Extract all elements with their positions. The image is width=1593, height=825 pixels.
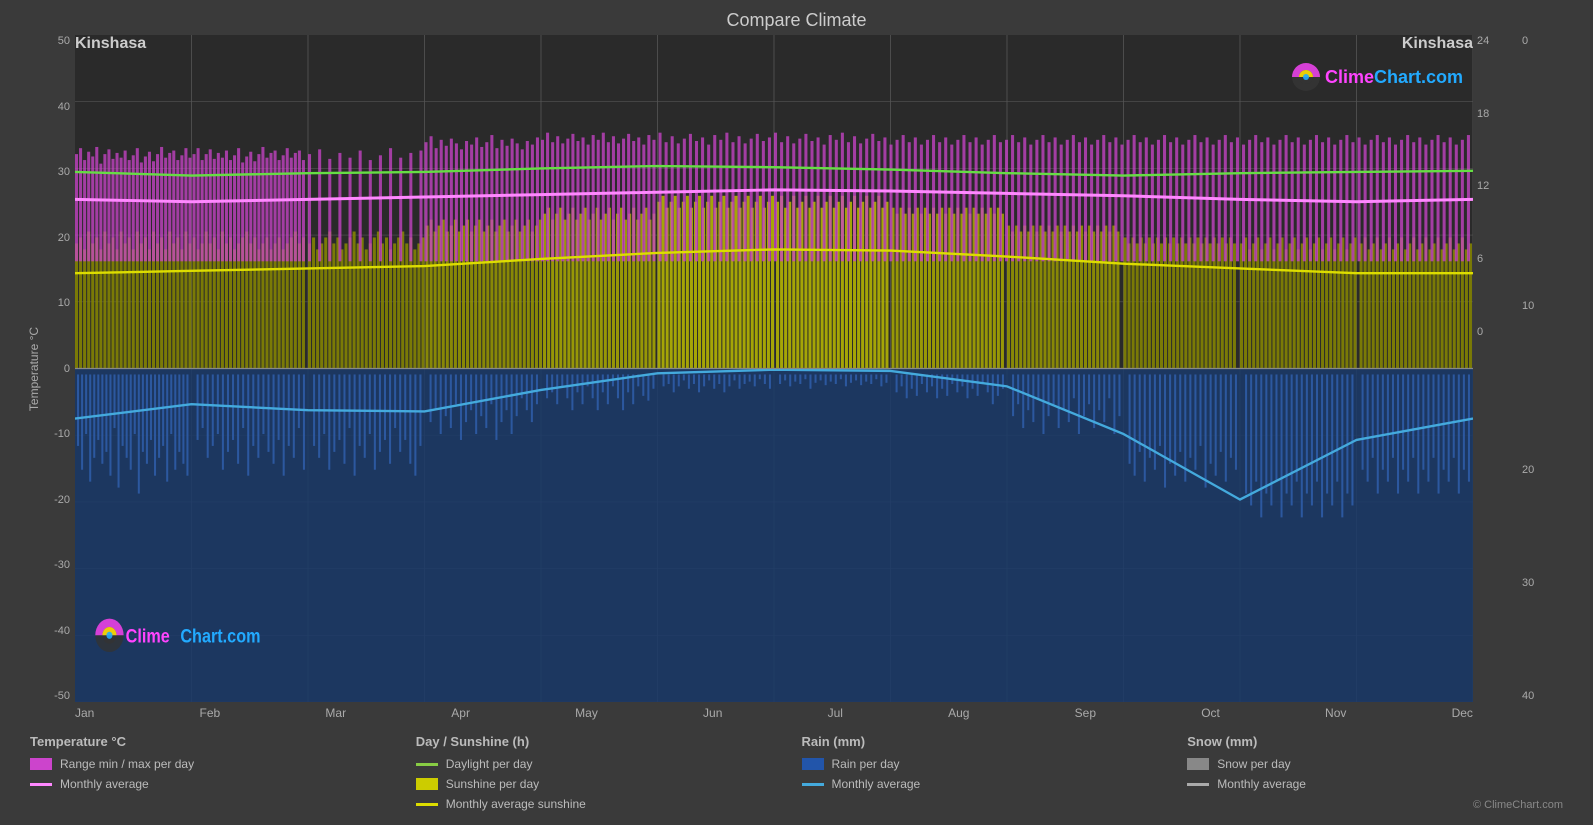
chart-svg: Clime Chart.com bbox=[75, 35, 1473, 702]
legend-snow-avg: Monthly average bbox=[1187, 777, 1573, 791]
legend-temp-range-label: Range min / max per day bbox=[60, 757, 194, 771]
x-tick-may: May bbox=[575, 706, 598, 720]
legend-rain-avg-label: Monthly average bbox=[832, 777, 921, 791]
legend-day-sunshine: Day / Sunshine (h) Daylight per day Suns… bbox=[416, 734, 802, 811]
y-tick-40: 40 bbox=[20, 101, 70, 113]
legend-rain-avg: Monthly average bbox=[802, 777, 1188, 791]
legend-snow-avg-line bbox=[1187, 783, 1209, 786]
legend-daylight-label: Daylight per day bbox=[446, 757, 533, 771]
legend-snow-title: Snow (mm) bbox=[1187, 734, 1573, 749]
y-tick-n50: -50 bbox=[20, 690, 70, 702]
logo-clime: Clime bbox=[1325, 67, 1374, 87]
x-tick-oct: Oct bbox=[1201, 706, 1220, 720]
logo-icon-top bbox=[1292, 63, 1320, 91]
x-tick-sep: Sep bbox=[1075, 706, 1096, 720]
logo-top-right: ClimeChart.com bbox=[1292, 63, 1463, 91]
y-tick-n30: -30 bbox=[20, 559, 70, 571]
y-rain-tick-0: 0 bbox=[1522, 35, 1573, 47]
y-tick-20: 20 bbox=[20, 232, 70, 244]
y-day-tick-12: 12 bbox=[1477, 180, 1518, 192]
svg-text:Chart.com: Chart.com bbox=[180, 625, 260, 647]
legend-snow: Snow (mm) Snow per day Monthly average ©… bbox=[1187, 734, 1573, 811]
chart-area: Temperature °C 50 40 30 20 10 0 -10 -20 … bbox=[20, 35, 1573, 702]
location-left-label: Kinshasa bbox=[75, 35, 146, 53]
legend-temperature-title: Temperature °C bbox=[30, 734, 416, 749]
y-day-tick-6: 6 bbox=[1477, 253, 1518, 265]
y-tick-n20: -20 bbox=[20, 494, 70, 506]
x-tick-jun: Jun bbox=[703, 706, 722, 720]
logo-text-top: ClimeChart.com bbox=[1325, 67, 1463, 88]
legend-snow-per-day: Snow per day bbox=[1187, 757, 1573, 771]
page-title: Compare Climate bbox=[20, 10, 1573, 31]
legend-daylight-line bbox=[416, 763, 438, 766]
legend-temp-range-swatch bbox=[30, 758, 52, 770]
y-rain-tick-30: 30 bbox=[1522, 577, 1573, 589]
location-right-label: Kinshasa bbox=[1402, 35, 1473, 53]
legend-snow-swatch bbox=[1187, 758, 1209, 770]
x-tick-jan: Jan bbox=[75, 706, 94, 720]
legend-day-title: Day / Sunshine (h) bbox=[416, 734, 802, 749]
x-axis: Jan Feb Mar Apr May Jun Jul Aug Sep Oct … bbox=[75, 702, 1473, 726]
x-tick-nov: Nov bbox=[1325, 706, 1346, 720]
legend-sunshine-swatch bbox=[416, 778, 438, 790]
y-tick-n10: -10 bbox=[20, 428, 70, 440]
y-tick-50: 50 bbox=[20, 35, 70, 47]
legend-daylight: Daylight per day bbox=[416, 757, 802, 771]
page-container: Compare Climate Temperature °C 50 40 30 … bbox=[0, 0, 1593, 825]
y-tick-10: 10 bbox=[20, 297, 70, 309]
y-tick-n40: -40 bbox=[20, 625, 70, 637]
x-tick-jul: Jul bbox=[828, 706, 843, 720]
x-tick-dec: Dec bbox=[1452, 706, 1473, 720]
y-axis-rain-snow: 0 10 20 30 40 bbox=[1518, 35, 1573, 702]
legend-snow-avg-label: Monthly average bbox=[1217, 777, 1306, 791]
legend-temp-avg: Monthly average bbox=[30, 777, 416, 791]
y-axis-day-sunshine: 24 18 12 6 0 bbox=[1473, 35, 1518, 702]
legend-temperature: Temperature °C Range min / max per day M… bbox=[30, 734, 416, 811]
legend-rain: Rain (mm) Rain per day Monthly average bbox=[802, 734, 1188, 811]
y-day-tick-0: 0 bbox=[1477, 326, 1518, 338]
svg-text:Clime: Clime bbox=[126, 625, 170, 647]
logo-chart: Chart.com bbox=[1374, 67, 1463, 87]
y-axis-left-label: Temperature °C bbox=[27, 326, 41, 410]
legend-temp-range: Range min / max per day bbox=[30, 757, 416, 771]
legend-rain-per-day: Rain per day bbox=[802, 757, 1188, 771]
x-tick-mar: Mar bbox=[325, 706, 346, 720]
legend-rain-swatch bbox=[802, 758, 824, 770]
x-tick-feb: Feb bbox=[200, 706, 221, 720]
x-tick-aug: Aug bbox=[948, 706, 969, 720]
legend-temp-avg-label: Monthly average bbox=[60, 777, 149, 791]
x-tick-apr: Apr bbox=[451, 706, 470, 720]
copyright: © ClimeChart.com bbox=[1187, 799, 1573, 811]
legend-sunshine-avg: Monthly average sunshine bbox=[416, 797, 802, 811]
legend-sunshine-label: Sunshine per day bbox=[446, 777, 539, 791]
legend-temp-avg-line bbox=[30, 783, 52, 786]
y-rain-tick-10: 10 bbox=[1522, 300, 1573, 312]
y-day-tick-18: 18 bbox=[1477, 108, 1518, 120]
y-day-tick-24: 24 bbox=[1477, 35, 1518, 47]
y-axis-right: 24 18 12 6 0 0 bbox=[1473, 35, 1573, 702]
legend-sunshine-avg-line bbox=[416, 803, 438, 806]
y-axis-left: Temperature °C 50 40 30 20 10 0 -10 -20 … bbox=[20, 35, 75, 702]
legend-snow-label: Snow per day bbox=[1217, 757, 1290, 771]
y-rain-tick-20: 20 bbox=[1522, 464, 1573, 476]
y-rain-tick-40: 40 bbox=[1522, 690, 1573, 702]
legend-sunshine-avg-label: Monthly average sunshine bbox=[446, 797, 586, 811]
legend-area: Temperature °C Range min / max per day M… bbox=[20, 726, 1573, 815]
legend-rain-label: Rain per day bbox=[832, 757, 900, 771]
legend-rain-title: Rain (mm) bbox=[802, 734, 1188, 749]
legend-sunshine-per-day: Sunshine per day bbox=[416, 777, 802, 791]
chart-main: Kinshasa Kinshasa ClimeChart.com bbox=[75, 35, 1473, 702]
legend-rain-avg-line bbox=[802, 783, 824, 786]
y-tick-30: 30 bbox=[20, 166, 70, 178]
